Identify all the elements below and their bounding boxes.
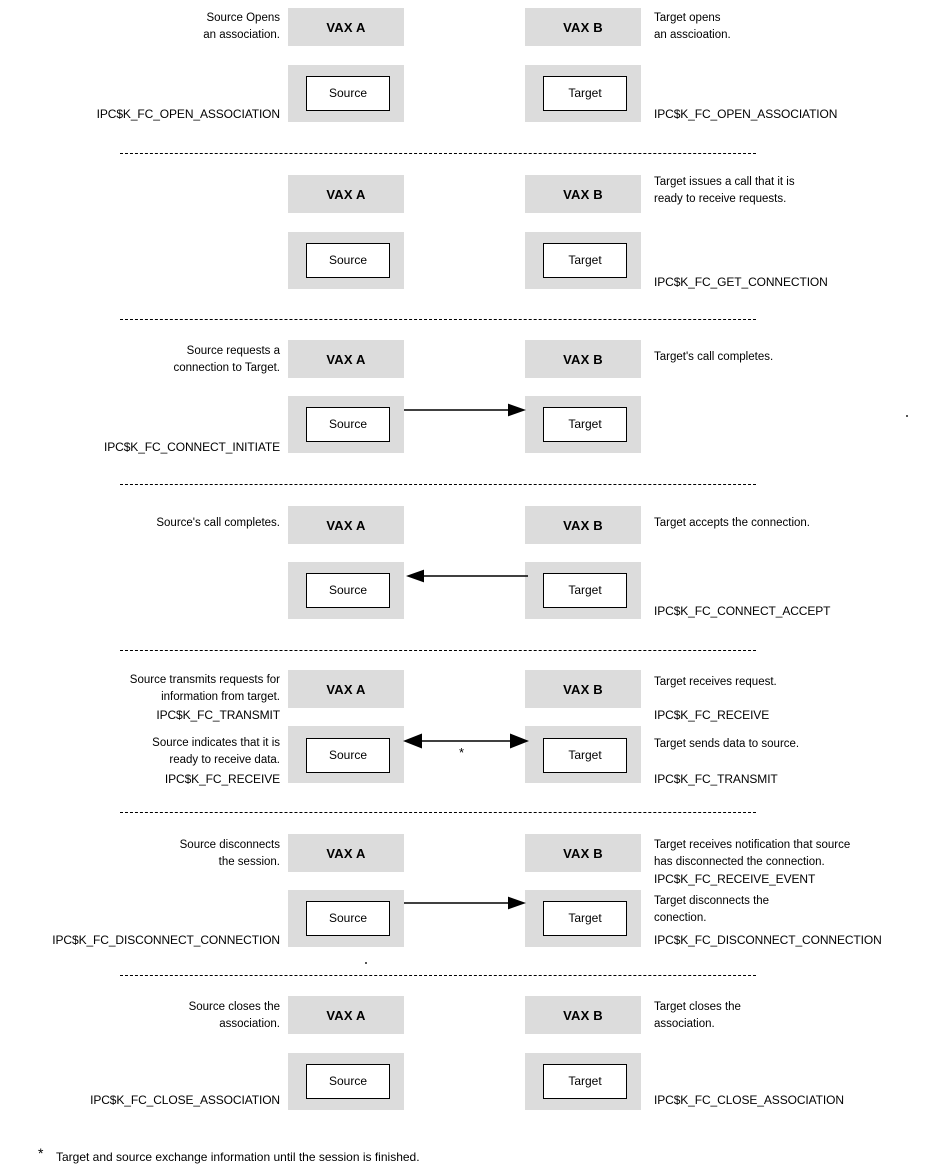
vax-a-label: VAX A (326, 682, 366, 697)
target-node: Target (543, 243, 627, 278)
right-description: Target accepts the connection. (654, 517, 810, 529)
vax-a-label: VAX A (326, 20, 366, 35)
left-description: Source transmits requests for informatio… (129, 674, 280, 703)
ipc-session-sequence-diagram: VAX A VAX B Source Target Source Opens a… (0, 0, 932, 1168)
left-description: Source's call completes. (156, 517, 280, 529)
vax-a-label: VAX A (326, 518, 366, 533)
footnote: * Target and source exchange information… (38, 1145, 420, 1165)
left-api-call: IPC$K_FC_DISCONNECT_CONNECTION (52, 933, 280, 947)
source-node: Source (306, 76, 390, 111)
footnote-text: Target and source exchange information u… (56, 1150, 420, 1164)
vax-b-label: VAX B (563, 352, 603, 367)
right-api-call: IPC$K_FC_OPEN_ASSOCIATION (654, 107, 838, 121)
left-description: Source disconnects the session. (179, 839, 280, 868)
vax-a-label: VAX A (326, 1008, 366, 1023)
vax-a-label: VAX A (326, 352, 366, 367)
source-node: Source (306, 407, 390, 442)
source-node: Source (306, 738, 390, 773)
target-node: Target (543, 901, 627, 936)
right-description-secondary: Target sends data to source. (654, 738, 800, 750)
section-separator (120, 484, 756, 485)
vax-b-label: VAX B (563, 518, 603, 533)
target-node: Target (543, 573, 627, 608)
section-separator (120, 319, 756, 320)
arrow-footnote-marker: * (459, 745, 465, 760)
left-api-call: IPC$K_FC_OPEN_ASSOCIATION (96, 107, 280, 121)
source-node: Source (306, 1064, 390, 1099)
vax-b-label: VAX B (563, 1008, 603, 1023)
source-node: Source (306, 901, 390, 936)
right-api-call: IPC$K_FC_CONNECT_ACCEPT (654, 604, 831, 618)
arrow-source-to-target (404, 896, 526, 910)
vax-a-label: VAX A (326, 187, 366, 202)
source-node: Source (306, 573, 390, 608)
right-api-call: IPC$K_FC_RECEIVE_EVENT (654, 872, 816, 886)
right-description: Target's call completes. (654, 351, 774, 363)
right-description: Target closes the association. (654, 1001, 741, 1030)
right-api-call: IPC$K_FC_GET_CONNECTION (654, 275, 828, 289)
target-node: Target (543, 407, 627, 442)
right-api-call-secondary: IPC$K_FC_TRANSMIT (654, 772, 778, 786)
right-description: Target opens an asscioation. (654, 12, 731, 41)
right-description: Target receives notification that source… (654, 839, 851, 868)
target-node: Target (543, 738, 627, 773)
arrow-source-to-target (404, 403, 526, 417)
source-node: Source (306, 243, 390, 278)
footnote-marker: * (38, 1145, 44, 1161)
section-separator (120, 812, 756, 813)
arrow-target-to-source (406, 569, 528, 583)
left-description: Source closes the association. (188, 1001, 280, 1030)
left-api-call: IPC$K_FC_CLOSE_ASSOCIATION (90, 1093, 280, 1107)
left-api-call-secondary: IPC$K_FC_RECEIVE (164, 772, 280, 786)
vax-a-label: VAX A (326, 846, 366, 861)
right-api-call-secondary: IPC$K_FC_DISCONNECT_CONNECTION (654, 933, 882, 947)
section-separator (120, 975, 756, 976)
vax-b-label: VAX B (563, 187, 603, 202)
stray-mark (365, 962, 367, 964)
right-description: Target receives request. (654, 676, 777, 688)
left-description: Source Opens an association. (203, 12, 280, 41)
left-description: Source requests a connection to Target. (173, 345, 280, 374)
right-api-call: IPC$K_FC_CLOSE_ASSOCIATION (654, 1093, 844, 1107)
vax-b-label: VAX B (563, 846, 603, 861)
section-separator (120, 153, 756, 154)
stray-mark (906, 415, 908, 417)
left-api-call: IPC$K_FC_CONNECT_INITIATE (104, 440, 280, 454)
section-separator (120, 650, 756, 651)
vax-b-label: VAX B (563, 20, 603, 35)
right-api-call: IPC$K_FC_RECEIVE (654, 708, 770, 722)
target-node: Target (543, 1064, 627, 1099)
left-description-secondary: Source indicates that it is ready to rec… (152, 737, 280, 766)
right-description: Target issues a call that it is ready to… (654, 176, 795, 205)
arrow-bidirectional (403, 733, 529, 749)
target-node: Target (543, 76, 627, 111)
vax-b-label: VAX B (563, 682, 603, 697)
right-description-secondary: Target disconnects the conection. (654, 895, 770, 924)
left-api-call: IPC$K_FC_TRANSMIT (156, 708, 280, 722)
